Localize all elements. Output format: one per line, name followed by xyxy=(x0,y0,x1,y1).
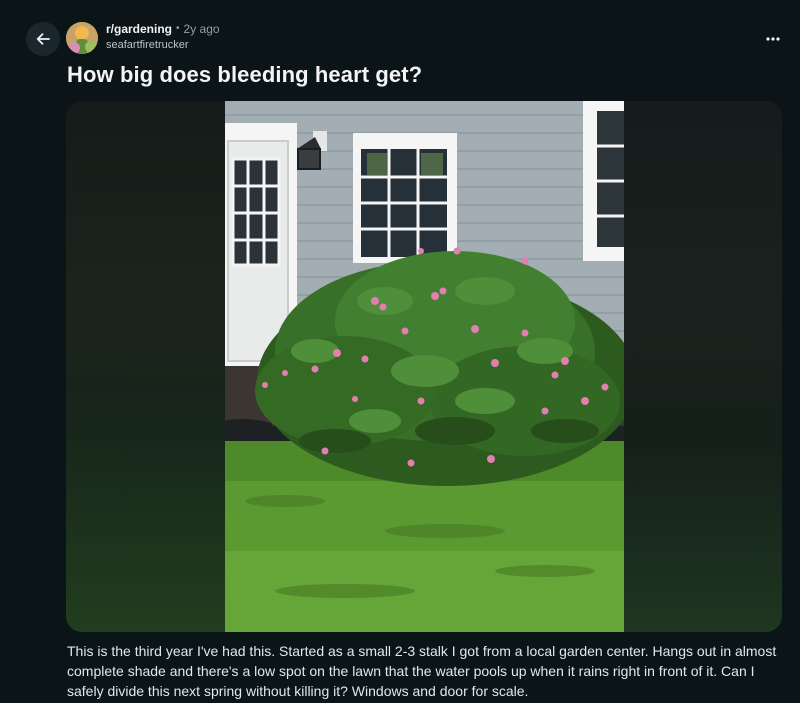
post-body: This is the third year I've had this. St… xyxy=(67,643,777,699)
meta-separator: • xyxy=(176,23,180,34)
post-age: 2y ago xyxy=(183,22,220,36)
author-link[interactable]: seafartfiretrucker xyxy=(106,40,220,51)
post-page: r/gardening • 2y ago seafartfiretrucker … xyxy=(0,0,800,703)
subreddit-avatar[interactable] xyxy=(66,22,98,54)
bleeding-heart-photo xyxy=(225,101,624,632)
subreddit-link[interactable]: r/gardening xyxy=(106,23,172,35)
ellipsis-horizontal-icon xyxy=(766,37,780,41)
subreddit-avatar-image xyxy=(66,22,98,54)
post-image[interactable] xyxy=(225,101,624,632)
more-options-button[interactable] xyxy=(762,28,784,50)
post-image-container[interactable] xyxy=(66,101,782,632)
image-blur-left xyxy=(66,101,225,632)
image-blur-right xyxy=(624,101,782,632)
back-button[interactable] xyxy=(26,22,60,56)
post-meta-top: r/gardening • 2y ago xyxy=(106,23,220,35)
arrow-left-icon xyxy=(36,33,50,45)
post-meta: r/gardening • 2y ago seafartfiretrucker xyxy=(106,23,220,51)
post-title: How big does bleeding heart get? xyxy=(67,62,423,87)
